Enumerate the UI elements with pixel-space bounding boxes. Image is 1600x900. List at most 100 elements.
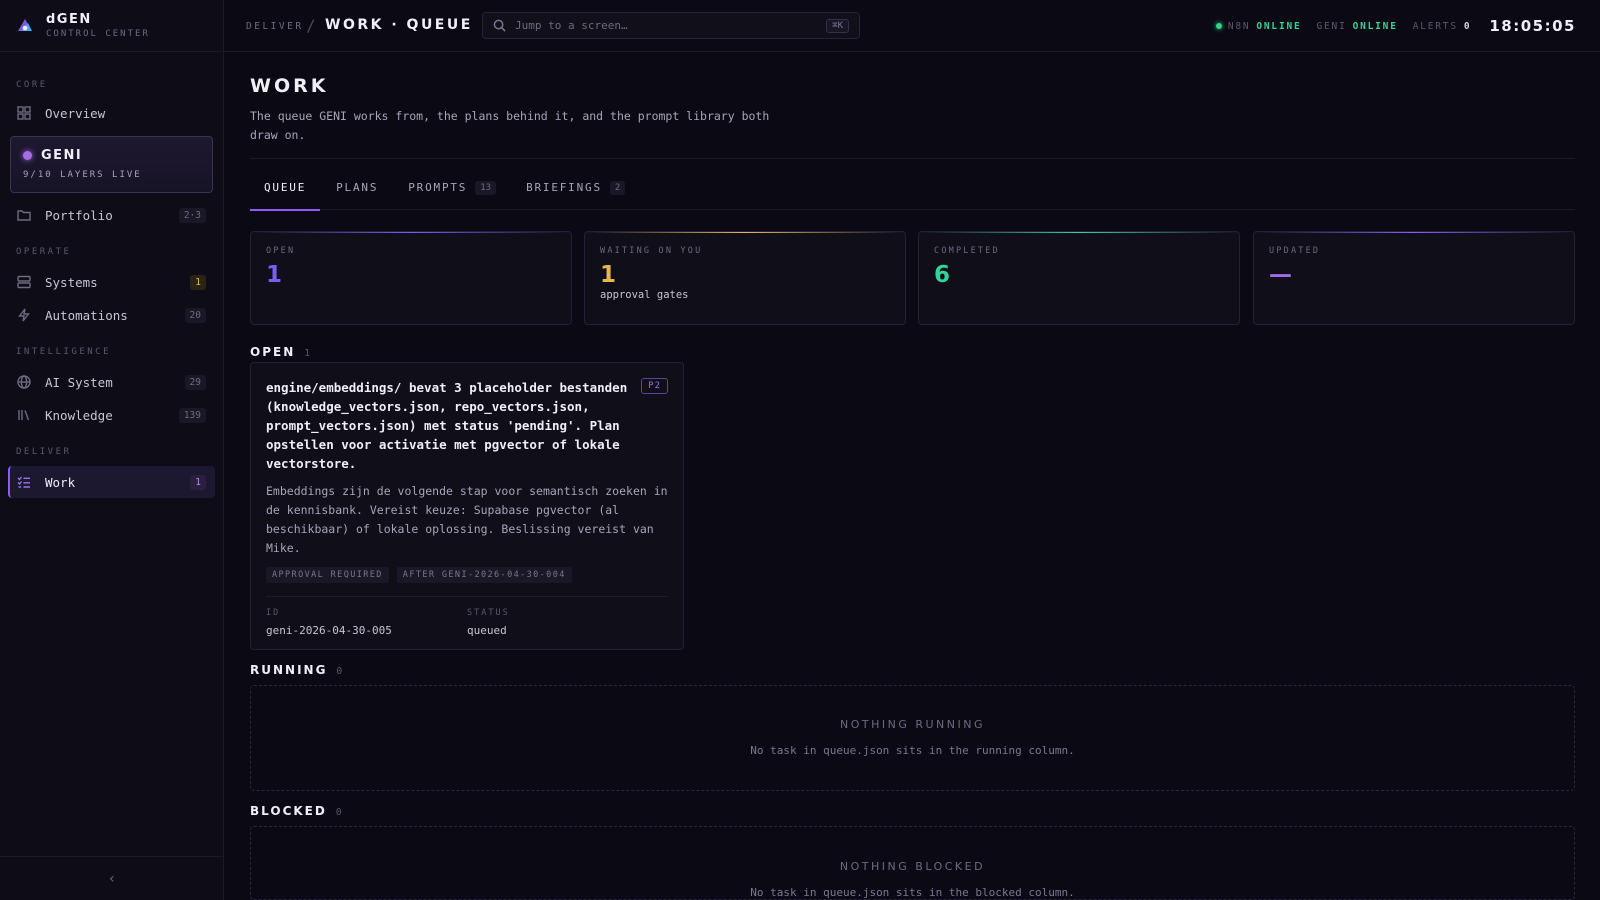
clock: 18:05:05 [1489, 17, 1576, 35]
geni-status-card[interactable]: GENI 9/10 LAYERS LIVE [10, 136, 213, 193]
priority-badge: P2 [641, 378, 668, 394]
section-title: OPEN [250, 345, 296, 359]
task-card[interactable]: P2 engine/embeddings/ bevat 3 placeholde… [250, 362, 684, 650]
system-status-bar: N8N ONLINE GENI ONLINE ALERTS 0 18:05:05 [1201, 0, 1576, 52]
collapse-sidebar-button[interactable]: ‹ [0, 856, 224, 900]
section-label-operate: OPERATE [16, 247, 72, 257]
sidebar-item-label: Automations [45, 307, 128, 323]
stat-value: 1 [600, 262, 617, 288]
stat-note: approval gates [600, 289, 689, 301]
geni-status-dot [23, 151, 32, 160]
server-icon [17, 275, 31, 289]
empty-state-title: NOTHING RUNNING [839, 718, 986, 731]
chevron-left-icon: ‹ [107, 870, 117, 887]
stat-card-open: OPEN 1 [250, 231, 572, 325]
task-description: Embeddings zijn de volgende stap voor se… [266, 484, 668, 555]
section-label-core: CORE [16, 80, 48, 90]
sidebar-item-overview[interactable]: Overview [8, 97, 215, 129]
alerts-status-key: ALERTS [1412, 20, 1458, 32]
sidebar-item-label: Work [45, 474, 76, 490]
section-header-running: RUNNING 0 [250, 663, 342, 677]
task-status-label: STATUS [467, 608, 510, 618]
search-icon [493, 19, 506, 32]
empty-state-subtitle: No task in queue.json sits in the runnin… [750, 744, 1075, 757]
ai-system-badge: 29 [184, 374, 206, 390]
search-shortcut-hint: ⌘K [826, 18, 849, 33]
topbar: DELIVER / WORK · QUEUE ⌘K N8N ONLINE GEN… [224, 0, 1600, 52]
sidebar: dGEN CONTROL CENTER CORE Overview GENI 9… [0, 0, 224, 900]
empty-state-title: NOTHING BLOCKED [839, 860, 986, 873]
empty-state-blocked: NOTHING BLOCKED No task in queue.json si… [250, 826, 1575, 900]
section-header-blocked: BLOCKED 0 [250, 804, 342, 818]
sidebar-item-ai-system[interactable]: AI System 29 [8, 366, 215, 398]
portfolio-badge: 2·3 [178, 207, 206, 223]
globe-icon [17, 375, 31, 389]
tab-label: QUEUE [264, 181, 307, 194]
tab-prompts[interactable]: PROMPTS 13 [394, 165, 510, 210]
knowledge-badge: 139 [178, 407, 206, 423]
stat-label: UPDATED [1269, 246, 1321, 256]
tab-label: BRIEFINGS [526, 181, 602, 194]
geni-status: GENI ONLINE [1317, 21, 1398, 32]
tab-label: PROMPTS [408, 181, 468, 194]
stat-card-updated: UPDATED — [1253, 231, 1575, 325]
sidebar-item-work[interactable]: Work 1 [8, 466, 215, 498]
stat-card-waiting: WAITING ON YOU 1 approval gates [584, 231, 906, 325]
breadcrumb-current: WORK · QUEUE [325, 17, 473, 33]
stat-value: 1 [266, 262, 283, 288]
task-title: engine/embeddings/ bevat 3 placeholder b… [266, 380, 628, 471]
brand-subtitle: CONTROL CENTER [46, 29, 150, 39]
n8n-status-key: N8N [1227, 20, 1251, 32]
geni-layers-status: 9/10 LAYERS LIVE [23, 170, 142, 180]
section-count: 0 [335, 807, 342, 818]
section-title: BLOCKED [250, 804, 327, 818]
sidebar-item-automations[interactable]: Automations 20 [8, 299, 215, 331]
library-icon [18, 410, 30, 421]
task-tag: AFTER GENI-2026-04-30-004 [396, 567, 572, 583]
lightning-icon [18, 308, 30, 322]
sidebar-item-label: Knowledge [45, 407, 113, 423]
stat-value: 6 [934, 262, 951, 288]
sidebar-item-label: Overview [45, 105, 106, 121]
section-title: RUNNING [250, 663, 328, 677]
page-title: WORK [250, 75, 329, 97]
tab-count: 13 [475, 180, 497, 195]
sidebar-item-label: AI System [45, 374, 113, 390]
search-input[interactable] [515, 19, 815, 32]
stat-card-completed: COMPLETED 6 [918, 231, 1240, 325]
breadcrumb-root[interactable]: DELIVER [246, 21, 304, 32]
brand-name: dGEN [46, 12, 92, 27]
tab-plans[interactable]: PLANS [322, 165, 392, 210]
automations-badge: 20 [184, 307, 206, 323]
tab-queue[interactable]: QUEUE [250, 165, 321, 211]
alerts-status[interactable]: ALERTS 0 [1413, 21, 1472, 32]
folder-icon [17, 210, 31, 221]
command-search[interactable]: ⌘K [482, 12, 860, 39]
task-meta: ID geni-2026-04-30-005 STATUS queued [266, 608, 668, 637]
n8n-status-value: ONLINE [1256, 20, 1302, 32]
sidebar-item-label: Systems [45, 274, 98, 290]
geni-status-key: GENI [1316, 20, 1347, 32]
stat-value: — [1269, 262, 1292, 288]
grid-icon [17, 106, 31, 120]
tab-bar: QUEUE PLANS PROMPTS 13 BRIEFINGS 2 [250, 165, 1575, 211]
n8n-status: N8N ONLINE [1215, 20, 1302, 32]
task-tag: APPROVAL REQUIRED [266, 567, 389, 583]
divider [250, 158, 1575, 159]
sidebar-item-systems[interactable]: Systems 1 [8, 266, 215, 298]
stat-label: COMPLETED [934, 246, 1000, 256]
task-id-label: ID [266, 608, 281, 618]
brand-logo-icon [18, 18, 32, 31]
alerts-count: 0 [1463, 20, 1472, 32]
section-label-deliver: DELIVER [16, 447, 72, 457]
sidebar-item-knowledge[interactable]: Knowledge 139 [8, 399, 215, 431]
section-count: 0 [336, 666, 343, 677]
work-badge: 1 [190, 474, 206, 490]
brand[interactable]: dGEN CONTROL CENTER [0, 0, 223, 52]
tab-briefings[interactable]: BRIEFINGS 2 [512, 165, 639, 210]
section-label-intelligence: INTELLIGENCE [16, 347, 112, 357]
stat-label: OPEN [266, 246, 296, 256]
geni-title: GENI [41, 148, 83, 163]
tab-count: 2 [609, 180, 626, 195]
sidebar-item-portfolio[interactable]: Portfolio 2·3 [8, 199, 215, 231]
